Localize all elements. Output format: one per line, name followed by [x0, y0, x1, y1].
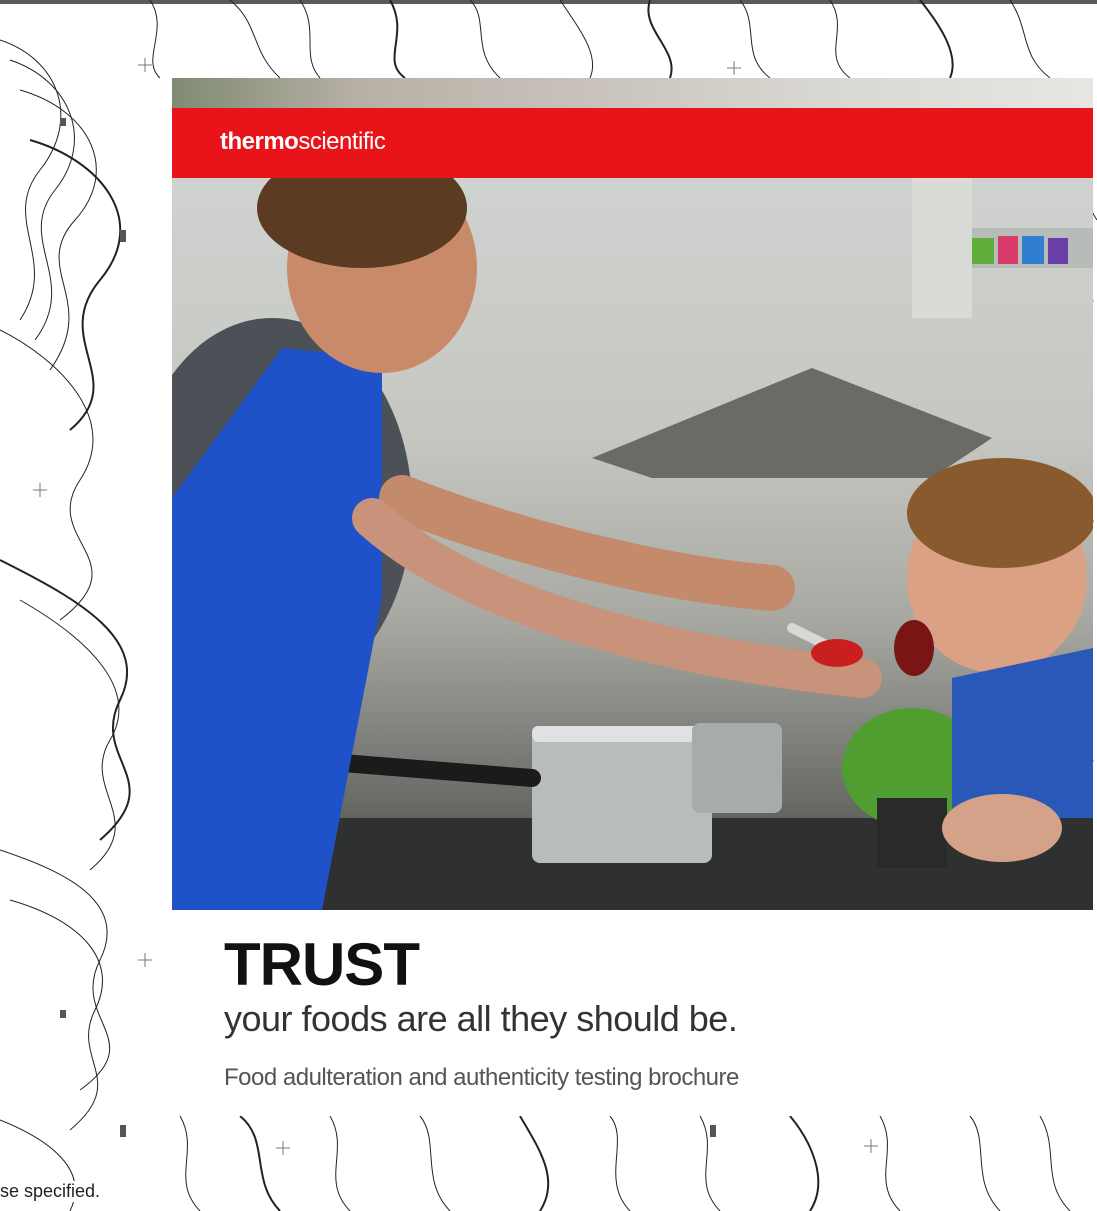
- kitchen-photo-illustration: [172, 178, 1093, 910]
- footer-note: se specified.: [0, 1181, 103, 1202]
- logo-bold-text: thermo: [220, 128, 299, 155]
- thermo-scientific-logo: thermoscientific: [220, 128, 386, 156]
- kitchen-photo: [172, 178, 1093, 910]
- brand-band: thermoscientific: [172, 108, 1093, 178]
- photo-top-strip: [172, 78, 1093, 108]
- cover-subtitle: your foods are all they should be.: [224, 998, 738, 1039]
- cover-title: TRUST: [224, 931, 420, 998]
- logo-light-text: scientific: [298, 128, 386, 155]
- brochure-cover: thermoscientific TRUST your foods are al…: [172, 78, 1093, 1116]
- cover-caption: Food adulteration and authenticity testi…: [224, 1064, 739, 1091]
